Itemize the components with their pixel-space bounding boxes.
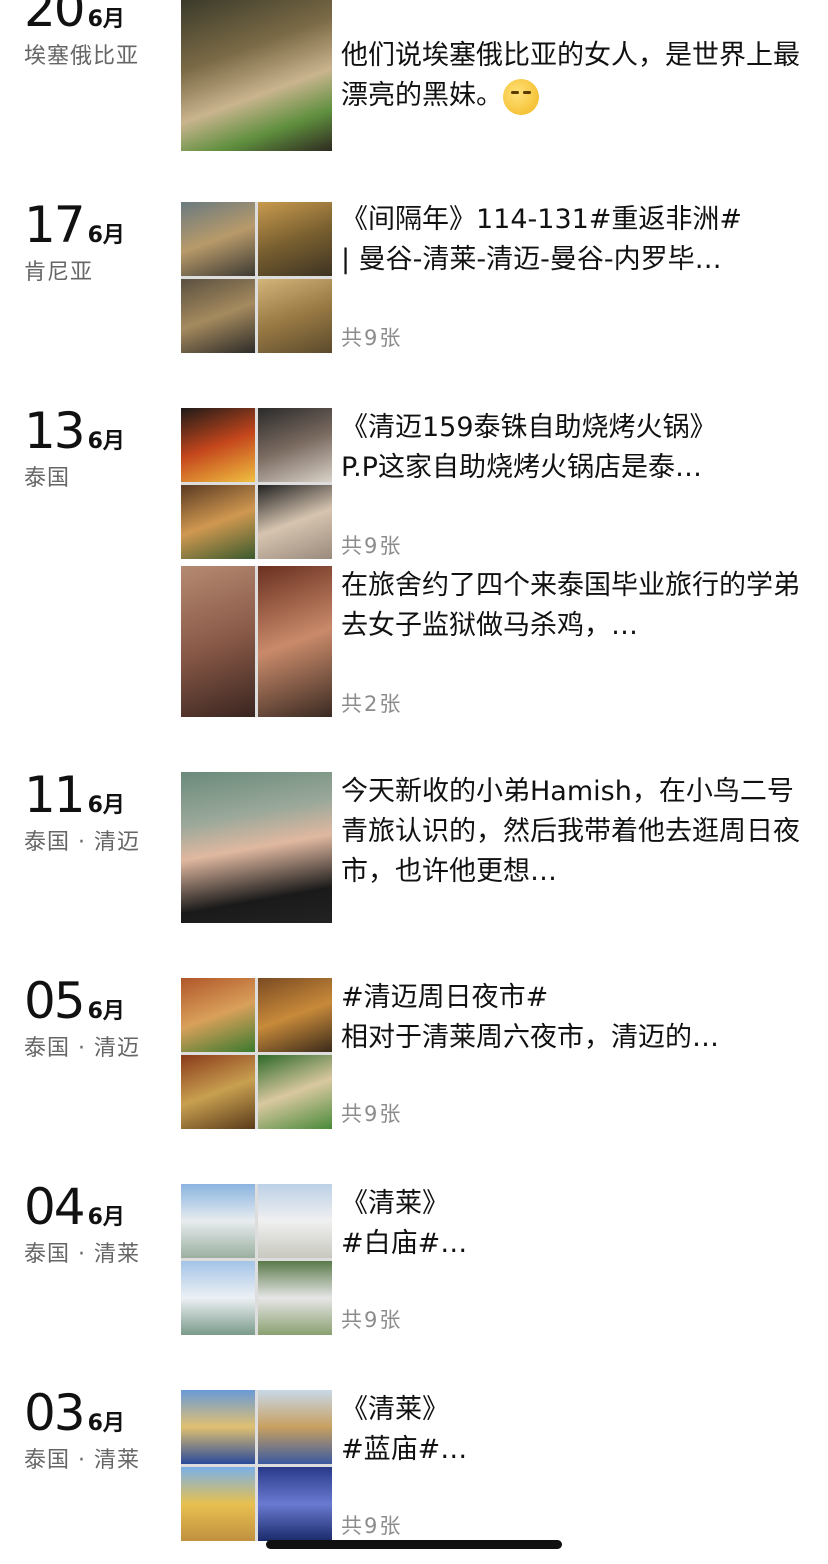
photo-cell [181, 772, 332, 923]
thinking-emoji-icon [503, 78, 539, 115]
photo-cell [258, 485, 332, 559]
post-photo-grid[interactable] [181, 566, 332, 717]
location-label: 埃塞俄比亚 [24, 44, 140, 69]
date-month: 6月 [87, 7, 125, 32]
date-month: 6月 [87, 793, 125, 818]
post-text[interactable]: 今天新收的小弟Hamish，在小鸟二号青旅认识的，然后我带着他去逛周日夜市，也许… [341, 772, 801, 892]
date-block: 04 6月 泰国 · 清莱 [24, 1180, 140, 1268]
location-label: 泰国 · 清迈 [24, 1036, 140, 1061]
photo-cell [258, 1390, 332, 1464]
date-block: 11 6月 泰国 · 清迈 [24, 768, 140, 856]
photo-cell [181, 978, 255, 1052]
location-label: 肯尼亚 [24, 260, 94, 285]
post-text[interactable]: 《清莱》 #白庙#… [341, 1184, 801, 1264]
date-day: 20 [24, 0, 86, 38]
photo-cell [181, 202, 255, 276]
post-photo-grid[interactable] [181, 978, 332, 1129]
date-day: 05 [24, 972, 86, 1030]
location-label: 泰国 · 清莱 [24, 1448, 140, 1473]
photo-cell [181, 1055, 255, 1129]
date-day: 13 [24, 402, 86, 460]
date-block: 13 6月 泰国 [24, 404, 125, 492]
home-indicator[interactable] [266, 1540, 562, 1549]
photo-count: 共9张 [341, 1308, 403, 1332]
photo-count: 共9张 [341, 1102, 403, 1126]
date-day: 11 [24, 766, 86, 824]
photo-cell [181, 279, 255, 353]
post-text-content: 他们说埃塞俄比亚的女人，是世界上最漂亮的黑妹。 [341, 40, 800, 111]
photo-cell [258, 1261, 332, 1335]
post-text[interactable]: #清迈周日夜市# 相对于清莱周六夜市，清迈的… [341, 978, 801, 1058]
post-photo-grid[interactable] [181, 1184, 332, 1335]
photo-cell [181, 1261, 255, 1335]
date-month: 6月 [87, 1411, 125, 1436]
date-day: 17 [24, 196, 86, 254]
photo-cell [181, 408, 255, 482]
photo-cell [181, 1184, 255, 1258]
photo-cell [258, 1055, 332, 1129]
photo-cell [258, 408, 332, 482]
post-photo-grid[interactable] [181, 202, 332, 353]
photo-count: 共9张 [341, 534, 403, 558]
photo-cell [258, 1184, 332, 1258]
photo-cell [181, 0, 332, 151]
post-text[interactable]: 《间隔年》114-131#重返非洲# | 曼谷-清莱-清迈-曼谷-内罗毕… [341, 200, 801, 280]
date-block: 20 6月 埃塞俄比亚 [24, 0, 139, 70]
date-month: 6月 [87, 223, 125, 248]
post-text[interactable]: 《清迈159泰铢自助烧烤火锅》 P.P这家自助烧烤火锅店是泰… [341, 408, 801, 488]
post-text[interactable]: 在旅舍约了四个来泰国毕业旅行的学弟去女子监狱做马杀鸡，… [341, 566, 801, 646]
photo-cell [258, 1467, 332, 1541]
post-photo-grid[interactable] [181, 1390, 332, 1541]
photo-cell [258, 978, 332, 1052]
photo-cell [258, 566, 332, 717]
location-label: 泰国 · 清莱 [24, 1242, 140, 1267]
post-photo[interactable] [181, 0, 332, 151]
photo-cell [181, 485, 255, 559]
date-day: 03 [24, 1384, 86, 1442]
photo-cell [181, 1467, 255, 1541]
date-block: 05 6月 泰国 · 清迈 [24, 974, 140, 1062]
photo-count: 共2张 [341, 692, 403, 716]
photo-count: 共9张 [341, 326, 403, 350]
photo-cell [181, 1390, 255, 1464]
post-text[interactable]: 《清莱》 #蓝庙#… [341, 1390, 801, 1470]
post-photo-grid[interactable] [181, 408, 332, 559]
photo-cell [258, 202, 332, 276]
photo-cell [181, 566, 255, 717]
date-month: 6月 [87, 999, 125, 1024]
date-day: 04 [24, 1178, 86, 1236]
photo-count: 共9张 [341, 1514, 403, 1538]
post-text[interactable]: 他们说埃塞俄比亚的女人，是世界上最漂亮的黑妹。 [341, 0, 801, 116]
post-photo[interactable] [181, 772, 332, 923]
date-month: 6月 [87, 429, 125, 454]
date-block: 17 6月 肯尼亚 [24, 198, 125, 286]
location-label: 泰国 · 清迈 [24, 830, 140, 855]
photo-cell [258, 279, 332, 353]
location-label: 泰国 [24, 466, 71, 491]
date-block: 03 6月 泰国 · 清莱 [24, 1386, 140, 1474]
date-month: 6月 [87, 1205, 125, 1230]
